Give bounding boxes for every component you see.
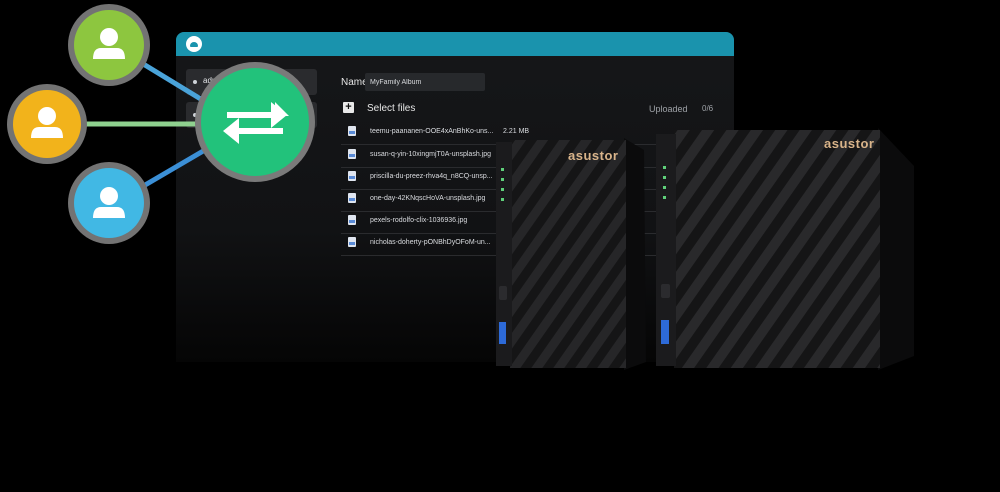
nas-device-2bay: asustor: [496, 136, 660, 372]
nas-body: [656, 128, 914, 370]
user-avatar-yellow: [7, 84, 87, 164]
user-avatar-blue: [68, 162, 150, 244]
transfer-arrows-icon: [223, 102, 289, 144]
user-icon: [93, 187, 125, 218]
user-icon: [93, 28, 125, 59]
user-icon: [31, 107, 63, 138]
transfer-hub: [195, 62, 315, 182]
nas-body: [496, 138, 646, 370]
brand-logo: asustor: [824, 136, 875, 151]
user-avatar-green: [68, 4, 150, 86]
brand-logo: asustor: [568, 148, 619, 163]
nas-device-4bay: asustor: [656, 126, 920, 372]
